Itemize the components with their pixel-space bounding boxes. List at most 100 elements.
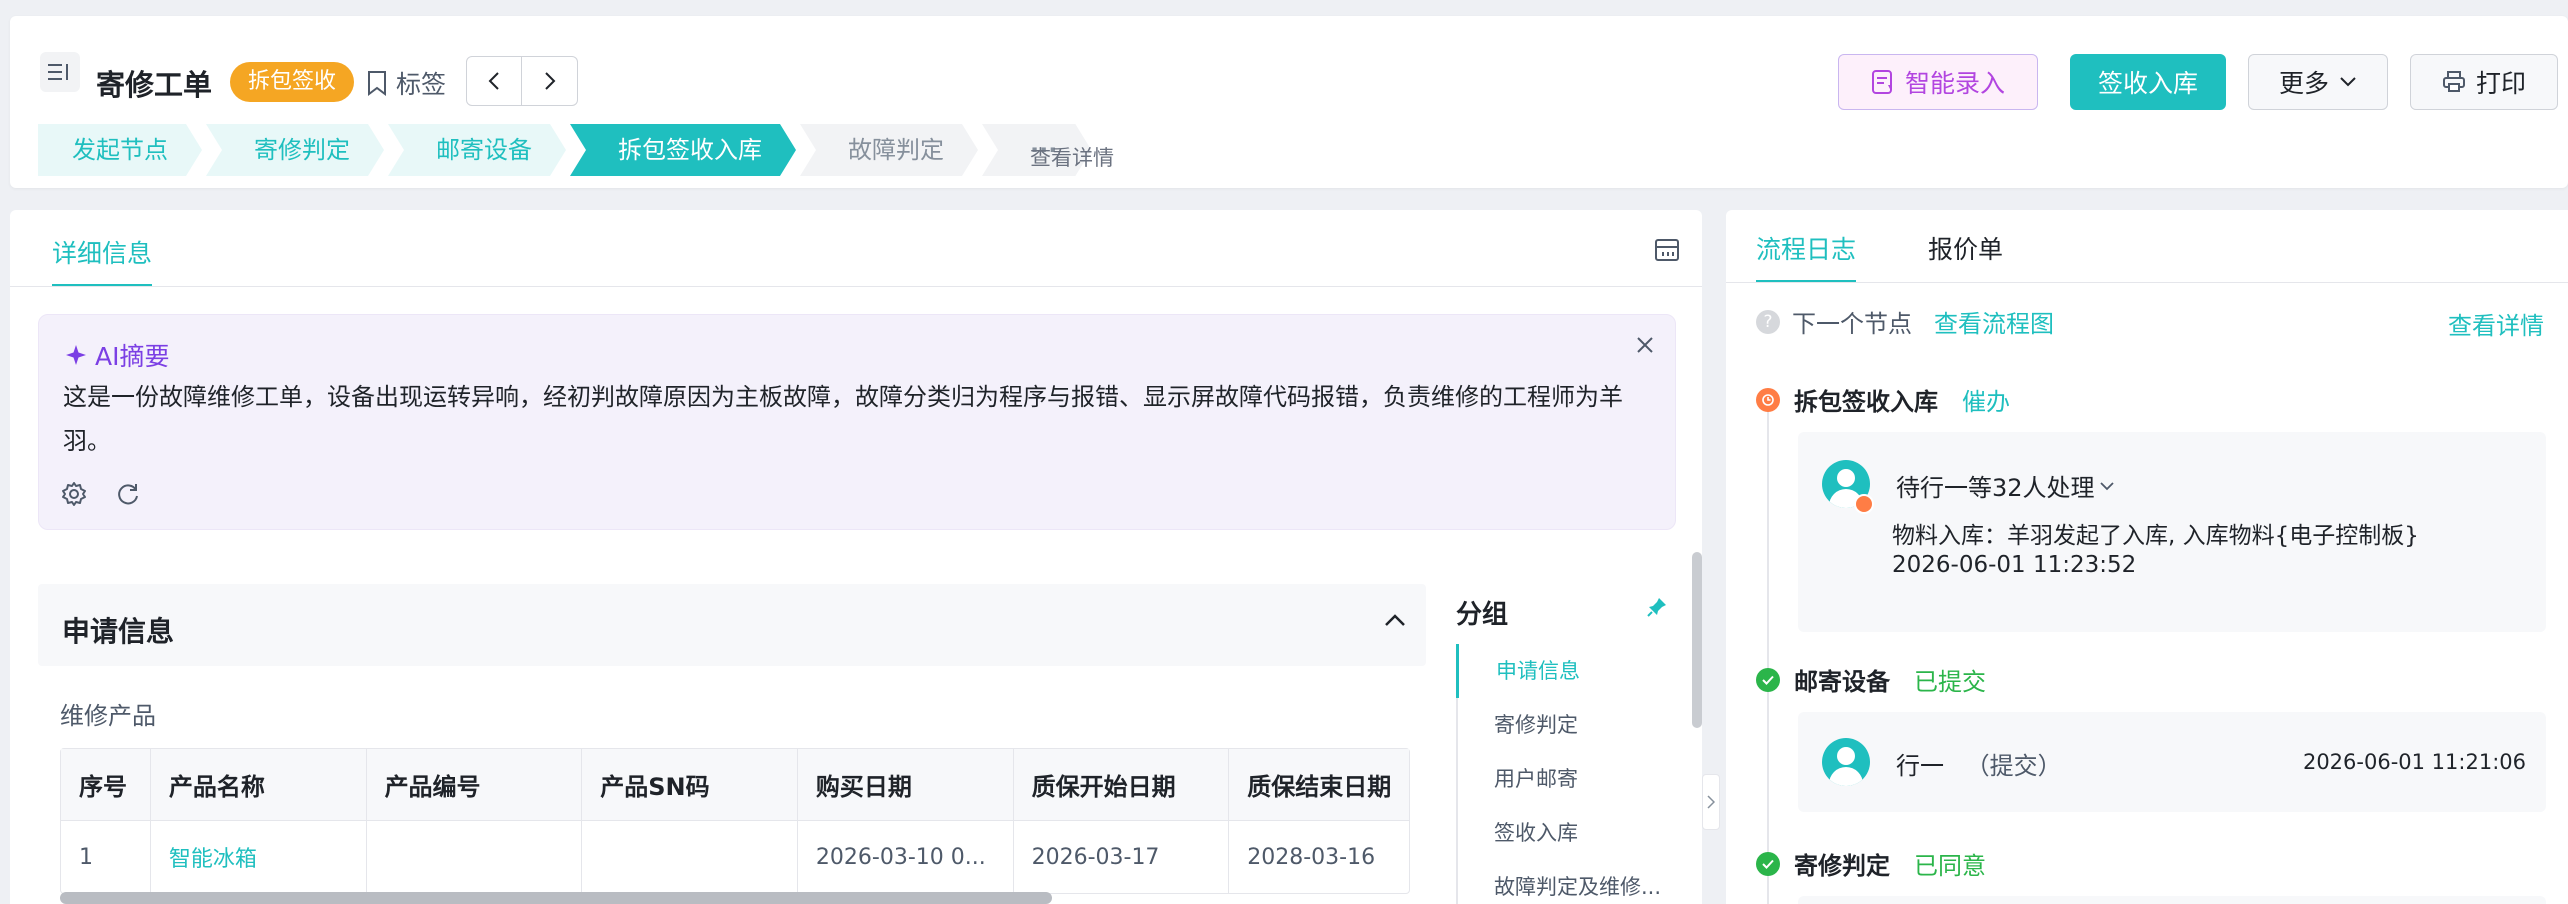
step-repair-decision[interactable]: 寄修判定 <box>206 124 384 176</box>
ai-summary-text: 这是一份故障维修工单，设备出现运转异响，经初判故障原因为主板故障，故障分类归为程… <box>63 383 1623 455</box>
next-node-row: ? 下一个节点 查看流程图 <box>1756 304 2054 339</box>
menu-toggle-icon[interactable] <box>40 52 80 92</box>
assignee-text: 待行一等32人处理 <box>1896 474 2095 502</box>
next-record-button[interactable] <box>522 56 578 106</box>
ai-entry-label: 智能录入 <box>1904 69 2005 98</box>
column-header: 质保结束日期 <box>1229 749 1409 820</box>
group-item-fault-repair[interactable]: 故障判定及维修... <box>1458 860 1676 904</box>
chevron-up-icon[interactable] <box>1384 612 1406 631</box>
table-cell: 2026-03-17 <box>1014 821 1230 893</box>
ai-summary-title: AI摘要 <box>65 337 169 373</box>
log-person: 行一 （提交） <box>1896 746 2062 781</box>
column-header: 产品编号 <box>366 749 583 820</box>
timeline-node-status: 已同意 <box>1914 852 1986 880</box>
timeline-card <box>1798 896 2546 904</box>
person-name: 行一 <box>1896 752 1944 780</box>
urge-link[interactable]: 催办 <box>1962 382 2010 417</box>
next-node-label: 下一个节点 <box>1792 310 1912 338</box>
sparkle-icon <box>66 345 86 365</box>
check-icon <box>1756 851 1780 876</box>
assignee-dropdown[interactable]: 待行一等32人处理 <box>1896 468 2115 503</box>
timeline-node-status: 已提交 <box>1914 668 1986 696</box>
prev-record-button[interactable] <box>466 56 522 106</box>
product-name-link[interactable]: 智能冰箱 <box>151 821 367 893</box>
step-initiate[interactable]: 发起节点 <box>38 124 202 176</box>
log-timestamp: 2026-06-01 11:23:52 <box>1892 552 2137 578</box>
horizontal-scrollbar[interactable] <box>60 892 1052 904</box>
timeline-node: 邮寄设备 已提交 <box>1756 662 1986 697</box>
view-log-detail-link[interactable]: 查看详情 <box>2448 306 2544 341</box>
timeline-node: 寄修判定 已同意 <box>1756 846 1986 881</box>
vertical-scrollbar[interactable] <box>1692 552 1702 728</box>
timeline-node-title: 邮寄设备 <box>1794 668 1890 696</box>
table-cell: 2028-03-16 <box>1247 844 1376 870</box>
tab-divider <box>1726 282 2568 283</box>
page-title: 寄修工单 <box>96 68 213 102</box>
sign-in-storage-button[interactable]: 签收入库 <box>2070 54 2226 110</box>
more-label: 更多 <box>2278 69 2329 98</box>
timeline-node-title: 寄修判定 <box>1794 852 1890 880</box>
timeline-node-title: 拆包签收入库 <box>1794 388 1938 416</box>
bookmark-icon <box>368 71 386 96</box>
log-panel: 流程日志 报价单 ? 下一个节点 查看流程图 查看详情 拆包签收入库 催办 待行… <box>1726 210 2568 904</box>
detail-panel: 详细信息 AI摘要 这是一份故障维修工单，设备出现运转异响，经初判故障原因为主板… <box>10 210 1702 904</box>
column-header: 序号 <box>61 749 151 820</box>
pin-icon[interactable] <box>1646 596 1668 622</box>
group-item-sign-in[interactable]: 签收入库 <box>1458 806 1676 860</box>
chevron-down-icon <box>2099 481 2114 490</box>
repair-product-label: 维修产品 <box>60 702 156 730</box>
view-flowchart-link[interactable]: 查看流程图 <box>1934 304 2054 339</box>
tab-process-log[interactable]: 流程日志 <box>1756 230 1857 283</box>
column-header: 产品名称 <box>150 749 367 820</box>
tag-button[interactable]: 标签 <box>366 64 446 102</box>
gear-icon[interactable] <box>61 481 87 507</box>
timeline-card: 行一 （提交） 2026-06-01 11:21:06 <box>1798 712 2546 812</box>
layout-settings-icon[interactable] <box>1654 238 1680 266</box>
timeline-node: 拆包签收入库 催办 <box>1756 382 2010 417</box>
tab-detail-info[interactable]: 详细信息 <box>52 234 153 287</box>
table-row: 1 智能冰箱 2026-03-10 0... 2026-03-17 2028-0… <box>61 821 1409 893</box>
panel-collapse-handle[interactable] <box>1702 774 1720 830</box>
step-mail-device[interactable]: 邮寄设备 <box>388 124 566 176</box>
tab-quotation[interactable]: 报价单 <box>1928 230 2003 280</box>
groups-title: 分组 <box>1456 600 1509 630</box>
group-item-application-info[interactable]: 申请信息 <box>1456 644 1676 698</box>
avatar <box>1822 738 1870 786</box>
group-item-repair-decision[interactable]: 寄修判定 <box>1458 698 1676 752</box>
ai-summary-title-text: AI摘要 <box>95 342 170 371</box>
refresh-icon[interactable] <box>115 481 141 507</box>
page-header: 寄修工单 拆包签收 标签 智能录入 签收入库 更多 打印 发起节点 寄修判定 邮… <box>10 16 2568 188</box>
timeline-card: 待行一等32人处理 物料入库：羊羽发起了入库, 入库物料{电子控制板} 2026… <box>1798 432 2546 632</box>
person-action: （提交） <box>1965 752 2062 780</box>
log-detail-text: 物料入库：羊羽发起了入库, 入库物料{电子控制板} <box>1892 523 2419 549</box>
table-cell <box>582 821 798 893</box>
group-item-user-mail[interactable]: 用户邮寄 <box>1458 752 1676 806</box>
column-header: 购买日期 <box>797 749 1014 820</box>
print-label: 打印 <box>2475 69 2526 98</box>
more-button[interactable]: 更多 <box>2248 54 2388 110</box>
column-header: 质保开始日期 <box>1013 749 1230 820</box>
ai-entry-button[interactable]: 智能录入 <box>1838 54 2038 110</box>
view-steps-detail-link[interactable]: 查看详情 <box>1030 142 1114 172</box>
ai-summary-card: AI摘要 这是一份故障维修工单，设备出现运转异响，经初判故障原因为主板故障，故障… <box>38 314 1676 530</box>
timeline-line <box>1767 404 1769 904</box>
step-unpack-sign-in[interactable]: 拆包签收入库 <box>570 124 796 176</box>
ai-document-icon <box>1871 70 1892 94</box>
group-list: 申请信息 寄修判定 用户邮寄 签收入库 故障判定及维修... <box>1456 644 1676 904</box>
pending-badge-icon <box>1854 494 1874 514</box>
table-cell <box>367 821 583 893</box>
print-button[interactable]: 打印 <box>2410 54 2558 110</box>
status-badge: 拆包签收 <box>230 62 355 102</box>
section-application-info[interactable]: 申请信息 <box>38 584 1426 666</box>
close-icon[interactable] <box>1635 335 1655 359</box>
chevron-right-icon <box>544 72 555 90</box>
column-header: 产品SN码 <box>582 749 798 820</box>
step-fault-decision[interactable]: 故障判定 <box>800 124 978 176</box>
process-steps: 发起节点 寄修判定 邮寄设备 拆包签收入库 故障判定 ··· <box>38 124 1095 176</box>
table-cell: 1 <box>61 821 151 893</box>
tag-label: 标签 <box>396 70 447 99</box>
table-cell: 2026-03-10 0... <box>798 821 1014 893</box>
tab-divider <box>10 286 1702 287</box>
clock-icon <box>1756 387 1780 412</box>
chevron-right-icon <box>1707 795 1715 809</box>
